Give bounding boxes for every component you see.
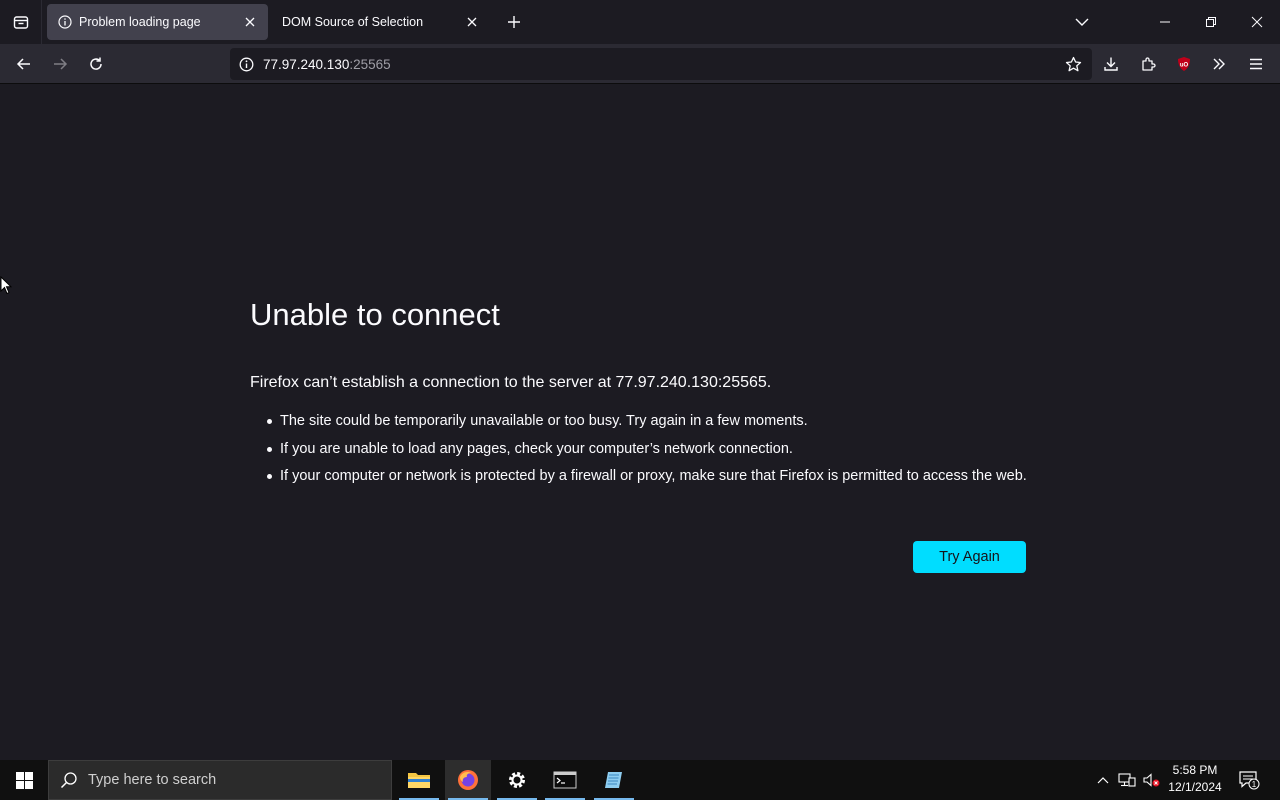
url-host: 77.97.240.130 xyxy=(263,56,350,72)
error-description: Firefox can’t establish a connection to … xyxy=(250,374,772,391)
notification-count: 1 xyxy=(1252,780,1257,789)
tab-dom-source[interactable]: DOM Source of Selection xyxy=(272,4,490,40)
reload-icon xyxy=(90,57,102,70)
network-icon xyxy=(1118,773,1136,787)
network-status[interactable] xyxy=(1116,760,1138,800)
try-again-button[interactable]: Try Again xyxy=(913,541,1026,573)
tab-title: Problem loading page xyxy=(79,15,201,29)
star-icon xyxy=(1065,56,1081,71)
search-icon xyxy=(49,771,89,789)
clock-time: 5:58 PM xyxy=(1172,763,1218,777)
list-item: The site could be temporarily unavailabl… xyxy=(267,411,1040,431)
firefox-view-button[interactable] xyxy=(0,0,42,44)
windows-logo-icon xyxy=(15,771,33,789)
chevron-down-icon xyxy=(1075,18,1089,26)
navigation-toolbar: 77.97.240.130:25565 uO xyxy=(0,44,1280,84)
clock-date: 12/1/2024 xyxy=(1168,780,1222,794)
taskbar-clock[interactable]: 5:58 PM 12/1/2024 xyxy=(1164,762,1226,796)
reload-button[interactable] xyxy=(80,48,112,80)
app-menu-button[interactable] xyxy=(1240,48,1272,80)
new-tab-button[interactable] xyxy=(502,10,526,34)
url-bar[interactable]: 77.97.240.130:25565 xyxy=(230,48,1092,80)
show-hidden-icons-button[interactable] xyxy=(1094,760,1112,800)
arrow-left-icon xyxy=(16,58,30,70)
back-button[interactable] xyxy=(8,48,40,80)
downloads-button[interactable] xyxy=(1095,48,1127,80)
firefox-icon xyxy=(458,770,478,790)
taskbar-terminal[interactable] xyxy=(542,760,588,800)
bookmark-button[interactable] xyxy=(1057,48,1089,80)
list-item: If your computer or network is protected… xyxy=(267,466,1040,486)
tab-problem-loading[interactable]: Problem loading page xyxy=(47,4,268,40)
extensions-button[interactable] xyxy=(1132,48,1164,80)
firefox-view-icon xyxy=(13,16,28,29)
speaker-muted-icon xyxy=(1143,773,1160,787)
action-center-button[interactable]: 1 xyxy=(1234,760,1264,800)
folder-icon xyxy=(408,773,430,788)
info-icon xyxy=(57,14,73,30)
minimize-icon xyxy=(1160,21,1170,23)
puzzle-icon xyxy=(1142,57,1156,71)
taskbar-settings[interactable] xyxy=(494,760,540,800)
mouse-cursor-icon xyxy=(0,276,12,295)
url-text[interactable]: 77.97.240.130:25565 xyxy=(263,57,391,72)
tab-strip: Problem loading page DOM Source of Selec… xyxy=(0,0,1280,44)
svg-text:uO: uO xyxy=(1180,63,1189,69)
tab-title: DOM Source of Selection xyxy=(282,15,424,29)
forward-button[interactable] xyxy=(44,48,76,80)
hamburger-menu-icon xyxy=(1250,58,1262,70)
restore-icon xyxy=(1206,17,1216,27)
taskbar-search-box[interactable]: Type here to search xyxy=(48,760,392,800)
error-suggestions: The site could be temporarily unavailabl… xyxy=(267,411,1040,494)
search-placeholder: Type here to search xyxy=(88,772,217,788)
ublock-origin-button[interactable]: uO xyxy=(1168,48,1200,80)
url-port: :25565 xyxy=(349,56,391,72)
plus-icon xyxy=(508,16,520,28)
start-button[interactable] xyxy=(0,760,48,800)
taskbar: Type here to search 5:58 PM 12/1/2024 1 xyxy=(0,760,1280,800)
volume-status[interactable] xyxy=(1140,760,1162,800)
close-icon xyxy=(1251,16,1263,28)
double-chevron-right-icon xyxy=(1213,58,1225,70)
close-tab-icon[interactable] xyxy=(238,10,262,34)
close-window-button[interactable] xyxy=(1234,0,1280,44)
ublock-shield-icon: uO xyxy=(1178,57,1190,71)
list-all-tabs-button[interactable] xyxy=(1068,10,1096,34)
chevron-up-icon xyxy=(1097,777,1109,784)
notification-icon: 1 xyxy=(1239,771,1260,790)
site-info-icon[interactable] xyxy=(232,50,260,78)
more-tools-button[interactable] xyxy=(1203,48,1235,80)
restore-button[interactable] xyxy=(1188,0,1234,44)
arrow-right-icon xyxy=(54,58,68,70)
taskbar-firefox[interactable] xyxy=(445,760,491,800)
error-page: Unable to connect Firefox can’t establis… xyxy=(0,85,1280,760)
taskbar-notepad[interactable] xyxy=(591,760,637,800)
notepad-icon xyxy=(605,772,622,788)
terminal-icon xyxy=(553,771,577,789)
minimize-button[interactable] xyxy=(1142,0,1188,44)
close-tab-icon[interactable] xyxy=(460,10,484,34)
taskbar-file-explorer[interactable] xyxy=(396,760,442,800)
list-item: If you are unable to load any pages, che… xyxy=(267,439,1040,459)
download-icon xyxy=(1104,57,1118,71)
gear-icon xyxy=(509,772,525,788)
page-title: Unable to connect xyxy=(250,297,500,332)
